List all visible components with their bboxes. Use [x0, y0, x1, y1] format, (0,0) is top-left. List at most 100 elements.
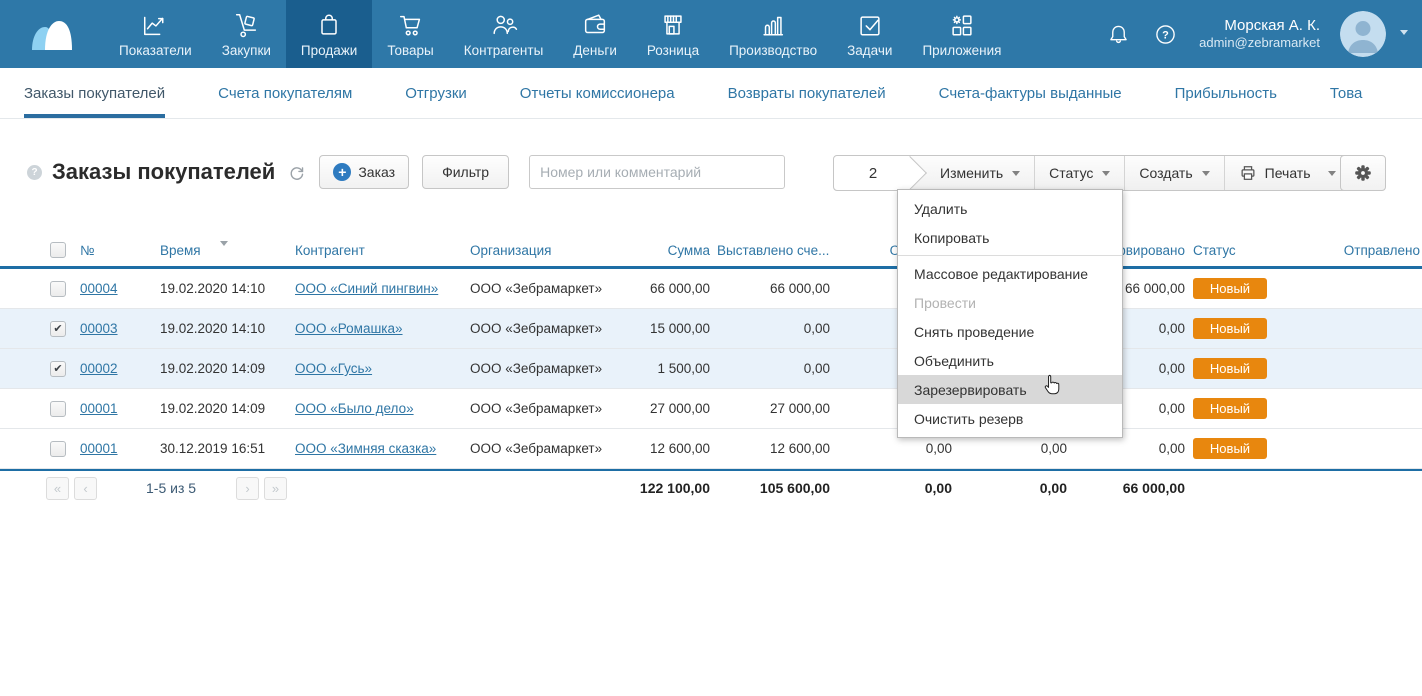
- order-number-link[interactable]: 00003: [80, 321, 118, 336]
- nav-item-apps[interactable]: Приложения: [907, 0, 1016, 68]
- pagination-last-button: »: [264, 477, 287, 500]
- page-help-icon[interactable]: ?: [27, 165, 42, 180]
- logo-icon: [29, 14, 75, 54]
- print-dropdown-button[interactable]: Печать: [1224, 156, 1350, 190]
- search-input[interactable]: [529, 155, 785, 189]
- pagination-next-button: ›: [236, 477, 259, 500]
- col-invoiced[interactable]: Выставлено сче...: [710, 243, 830, 258]
- menu-item-delete[interactable]: Удалить: [898, 194, 1122, 223]
- col-sum[interactable]: Сумма: [630, 243, 710, 258]
- contragent-link[interactable]: ООО «Зимняя сказка»: [295, 441, 436, 456]
- status-dropdown-button[interactable]: Статус: [1034, 156, 1124, 190]
- tab-commission-reports[interactable]: Отчеты комиссионера: [520, 68, 675, 118]
- col-time[interactable]: Время: [160, 241, 295, 259]
- tab-label: Возвраты покупателей: [728, 85, 886, 102]
- status-badge[interactable]: Новый: [1193, 318, 1267, 339]
- order-time: 30.12.2019 16:51: [160, 441, 295, 456]
- col-status[interactable]: Статус: [1185, 243, 1301, 258]
- nav-item-purchases[interactable]: Закупки: [207, 0, 286, 68]
- app-logo[interactable]: [0, 0, 104, 68]
- section-tabs: Заказы покупателей Счета покупателям Отг…: [0, 68, 1422, 119]
- notifications-bell-icon[interactable]: [1105, 21, 1132, 48]
- edit-dropdown-label: Изменить: [940, 165, 1003, 181]
- tab-customer-orders[interactable]: Заказы покупателей: [24, 68, 165, 118]
- user-email: admin@zebramarket: [1199, 35, 1320, 52]
- row-checkbox[interactable]: [50, 361, 66, 377]
- table-footer-row: « ‹ 1-5 из 5 › » 122 100,00 105 600,00 0…: [0, 469, 1422, 505]
- pagination-label: 1-5 из 5: [146, 480, 196, 496]
- order-number-link[interactable]: 00001: [80, 401, 118, 416]
- invoiced-value: 27 000,00: [710, 401, 830, 416]
- nav-item-production[interactable]: Производство: [714, 0, 832, 68]
- tab-shipments[interactable]: Отгрузки: [405, 68, 467, 118]
- col-number[interactable]: №: [80, 243, 160, 258]
- help-icon[interactable]: ?: [1152, 21, 1179, 48]
- status-badge[interactable]: Новый: [1193, 438, 1267, 459]
- filter-button[interactable]: Фильтр: [422, 155, 509, 189]
- nav-item-label: Задачи: [847, 43, 892, 58]
- col-sent[interactable]: Отправлено: [1301, 243, 1422, 258]
- row-checkbox[interactable]: [50, 321, 66, 337]
- row-checkbox[interactable]: [50, 281, 66, 297]
- nav-item-sales[interactable]: Продажи: [286, 0, 372, 68]
- edit-dropdown-button[interactable]: Изменить: [912, 156, 1034, 190]
- menu-item-clear-reserve[interactable]: Очистить резерв: [898, 404, 1122, 433]
- tab-customer-returns[interactable]: Возвраты покупателей: [728, 68, 886, 118]
- col-organization[interactable]: Организация: [470, 243, 630, 258]
- new-order-button[interactable]: + Заказ: [319, 155, 409, 189]
- status-dropdown-label: Статус: [1049, 165, 1093, 181]
- factory-chart-icon: [758, 11, 788, 39]
- tab-profitability[interactable]: Прибыльность: [1175, 68, 1277, 118]
- nav-item-tasks[interactable]: Задачи: [832, 0, 907, 68]
- status-badge[interactable]: Новый: [1193, 398, 1267, 419]
- menu-item-copy[interactable]: Копировать: [898, 223, 1122, 252]
- menu-item-unpost[interactable]: Снять проведение: [898, 317, 1122, 346]
- sum-value: 27 000,00: [630, 401, 710, 416]
- nav-item-retail[interactable]: Розница: [632, 0, 714, 68]
- row-checkbox[interactable]: [50, 401, 66, 417]
- user-account[interactable]: Морская А. К. admin@zebramarket: [1199, 16, 1320, 52]
- nav-item-label: Товары: [387, 43, 433, 58]
- menu-item-mass-edit[interactable]: Массовое редактирование: [898, 259, 1122, 288]
- nav-item-indicators[interactable]: Показатели: [104, 0, 207, 68]
- tab-issued-invoices[interactable]: Счета-фактуры выданные: [939, 68, 1122, 118]
- total-shipped: 0,00: [952, 480, 1067, 496]
- contragent-link[interactable]: ООО «Синий пингвин»: [295, 281, 438, 296]
- nav-item-products[interactable]: Товары: [372, 0, 448, 68]
- order-number-link[interactable]: 00004: [80, 281, 118, 296]
- settings-button[interactable]: [1340, 155, 1386, 191]
- organization: ООО «Зебрамаркет»: [470, 401, 630, 416]
- tab-customer-invoices[interactable]: Счета покупателям: [218, 68, 352, 118]
- selected-count-badge: 2: [834, 156, 912, 190]
- table-body: 00004 19.02.2020 14:10 ООО «Синий пингви…: [0, 269, 1422, 469]
- plus-icon: +: [333, 163, 351, 181]
- status-badge[interactable]: Новый: [1193, 358, 1267, 379]
- refresh-icon[interactable]: [288, 164, 305, 181]
- contragent-link[interactable]: ООО «Гусь»: [295, 361, 372, 376]
- col-contragent[interactable]: Контрагент: [295, 243, 470, 258]
- row-checkbox[interactable]: [50, 441, 66, 457]
- nav-item-label: Показатели: [119, 43, 192, 58]
- order-number-link[interactable]: 00001: [80, 441, 118, 456]
- table-row: 00002 19.02.2020 14:09 ООО «Гусь» ООО «З…: [0, 349, 1422, 389]
- contragent-link[interactable]: ООО «Ромашка»: [295, 321, 403, 336]
- status-badge[interactable]: Новый: [1193, 278, 1267, 299]
- order-number-link[interactable]: 00002: [80, 361, 118, 376]
- menu-item-merge[interactable]: Объединить: [898, 346, 1122, 375]
- nav-item-money[interactable]: Деньги: [558, 0, 632, 68]
- select-all-checkbox[interactable]: [50, 242, 66, 258]
- chevron-down-icon: [1012, 171, 1020, 180]
- contragent-link[interactable]: ООО «Было дело»: [295, 401, 414, 416]
- invoiced-value: 12 600,00: [710, 441, 830, 456]
- menu-item-reserve[interactable]: Зарезервировать: [898, 375, 1122, 404]
- avatar[interactable]: [1340, 11, 1386, 57]
- new-order-label: Заказ: [358, 164, 395, 180]
- total-reserved: 66 000,00: [1067, 480, 1185, 496]
- table-row: 00001 19.02.2020 14:09 ООО «Было дело» О…: [0, 389, 1422, 429]
- shipped-value: 0,00: [952, 441, 1067, 456]
- nav-item-counterparties[interactable]: Контрагенты: [449, 0, 559, 68]
- create-dropdown-button[interactable]: Создать: [1124, 156, 1223, 190]
- user-menu-caret-icon[interactable]: [1400, 30, 1408, 39]
- tab-products-truncated[interactable]: Това: [1330, 68, 1362, 118]
- pagination: « ‹ 1-5 из 5 › »: [0, 477, 630, 500]
